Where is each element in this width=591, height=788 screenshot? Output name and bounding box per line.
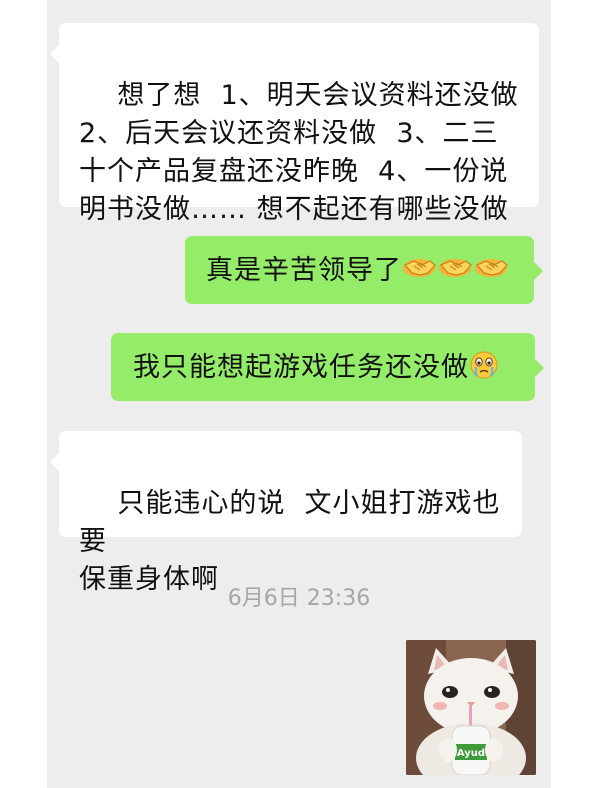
bottle-label: Ayud: [457, 748, 485, 759]
handshake-emoji-group-icon: [402, 253, 510, 294]
message-text: 我只能想起游戏任务还没做: [133, 352, 469, 383]
outgoing-message-bubble[interactable]: 我只能想起游戏任务还没做: [111, 333, 544, 401]
message-text: 想了想 1、明天会议资料还没做 2、后天会议还资料没做 3、二三 十个产品复盘还…: [79, 80, 519, 225]
message-text: 只能违心的说 文小姐打游戏也要 保重身体啊: [79, 488, 501, 595]
chat-area: 想了想 1、明天会议资料还没做 2、后天会议还资料没做 3、二三 十个产品复盘还…: [47, 0, 551, 788]
crying-face-icon: [469, 350, 499, 391]
handshake-icon: [475, 259, 508, 277]
cat-sticker-image[interactable]: Ayud: [406, 640, 536, 775]
message-timestamp: 6月6日 23:36: [227, 586, 371, 611]
outgoing-message-bubble[interactable]: 真是辛苦领导了: [185, 236, 543, 304]
message-text: 真是辛苦领导了: [206, 255, 402, 286]
incoming-message-bubble[interactable]: 只能违心的说 文小姐打游戏也要 保重身体啊: [50, 431, 522, 595]
handshake-icon: [439, 259, 472, 277]
incoming-message-bubble[interactable]: 想了想 1、明天会议资料还没做 2、后天会议还资料没做 3、二三 十个产品复盘还…: [50, 23, 539, 225]
handshake-icon: [403, 259, 436, 277]
